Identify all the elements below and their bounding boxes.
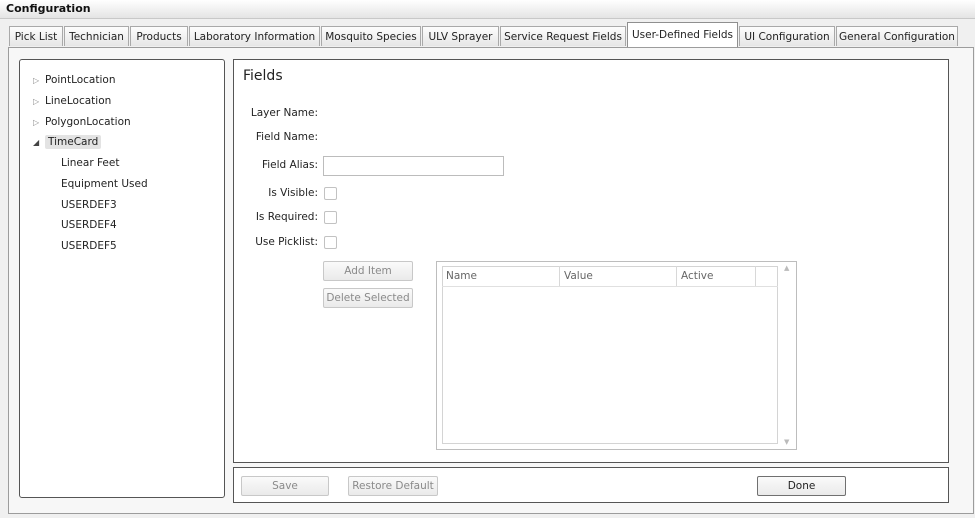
triangle-down-icon[interactable]: ◢ — [33, 134, 45, 151]
fields-title: Fields — [243, 68, 283, 84]
triangle-right-icon[interactable]: ▷ — [33, 72, 45, 89]
tree-node-pointlocation[interactable]: ▷ PointLocation — [33, 72, 115, 89]
triangle-right-icon[interactable]: ▷ — [33, 93, 45, 110]
use-picklist-checkbox[interactable] — [324, 236, 337, 249]
tree-leaf-userdef3[interactable]: USERDEF3 — [61, 197, 117, 214]
tab-ulv-sprayer[interactable]: ULV Sprayer — [422, 26, 499, 46]
delete-selected-button[interactable]: Delete Selected — [323, 288, 413, 308]
column-header-value[interactable]: Value — [560, 266, 677, 286]
scroll-down-icon[interactable]: ▼ — [784, 438, 789, 446]
done-button[interactable]: Done — [757, 476, 846, 496]
field-name-label: Field Name: — [255, 131, 318, 143]
is-visible-checkbox[interactable] — [324, 187, 337, 200]
use-picklist-label: Use Picklist: — [255, 236, 318, 248]
tab-ui-configuration[interactable]: UI Configuration — [739, 26, 835, 46]
tab-laboratory-information[interactable]: Laboratory Information — [189, 26, 320, 46]
is-visible-label: Is Visible: — [268, 187, 318, 199]
restore-default-button[interactable]: Restore Default — [348, 476, 438, 496]
layer-name-label: Layer Name: — [250, 107, 318, 119]
save-button[interactable]: Save — [241, 476, 329, 496]
column-header-name[interactable]: Name — [442, 266, 560, 286]
grid-vertical-scrollbar[interactable]: ▲ ▼ — [781, 264, 795, 448]
picklist-grid-header: Name Value Active — [442, 266, 778, 287]
add-item-button[interactable]: Add Item — [323, 261, 413, 281]
window-titlebar: Configuration — [0, 0, 975, 19]
is-required-checkbox[interactable] — [324, 211, 337, 224]
tree-leaf-linear-feet[interactable]: Linear Feet — [61, 155, 119, 172]
field-alias-input[interactable] — [323, 156, 504, 176]
tab-general-configuration[interactable]: General Configuration — [836, 26, 958, 46]
tree-leaf-userdef4[interactable]: USERDEF4 — [61, 217, 117, 234]
window-title: Configuration — [6, 2, 91, 15]
scroll-up-icon[interactable]: ▲ — [784, 264, 789, 272]
tree-node-linelocation[interactable]: ▷ LineLocation — [33, 93, 111, 110]
tree-leaf-userdef5[interactable]: USERDEF5 — [61, 238, 117, 255]
tree-node-polygonlocation[interactable]: ▷ PolygonLocation — [33, 114, 131, 131]
field-alias-label: Field Alias: — [261, 159, 318, 171]
tab-mosquito-species[interactable]: Mosquito Species — [321, 26, 421, 46]
picklist-grid-body — [442, 266, 778, 444]
is-required-label: Is Required: — [255, 211, 318, 223]
tab-user-defined-fields[interactable]: User-Defined Fields — [627, 22, 738, 47]
tree-leaf-equipment-used[interactable]: Equipment Used — [61, 176, 148, 193]
tab-technician[interactable]: Technician — [64, 26, 129, 46]
tab-service-request-fields[interactable]: Service Request Fields — [500, 26, 626, 46]
triangle-right-icon[interactable]: ▷ — [33, 114, 45, 131]
tree-node-timecard[interactable]: ◢ TimeCard — [33, 134, 102, 151]
column-header-active[interactable]: Active — [677, 266, 756, 286]
tab-products[interactable]: Products — [130, 26, 188, 46]
tab-pick-list[interactable]: Pick List — [9, 26, 63, 46]
